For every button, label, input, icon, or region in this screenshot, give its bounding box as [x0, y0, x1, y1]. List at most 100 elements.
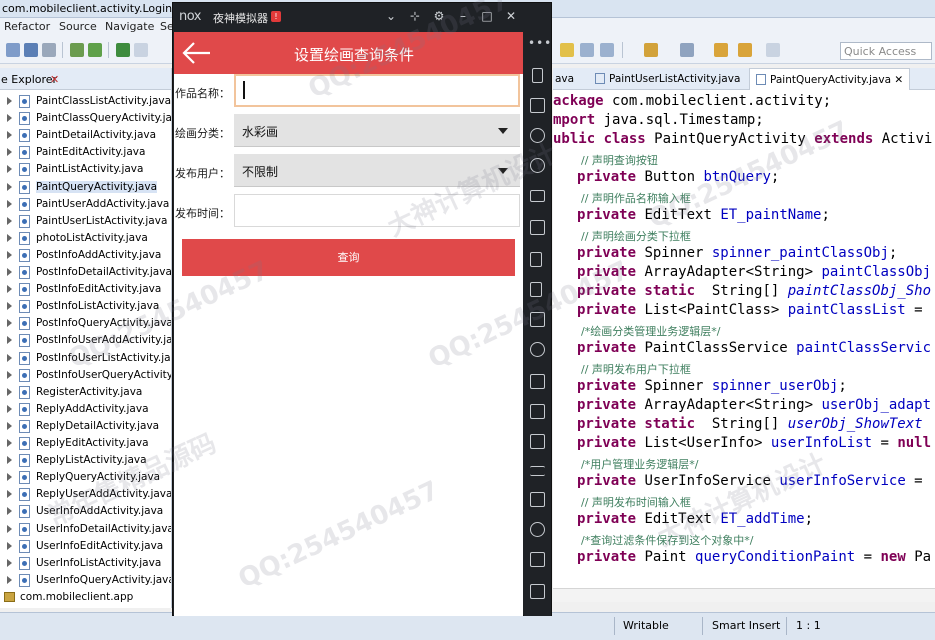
publish-time-input[interactable]	[234, 194, 520, 227]
minimize-icon[interactable]: –	[455, 8, 471, 24]
notification-badge[interactable]: !	[271, 11, 281, 22]
paragraph-icon[interactable]	[600, 43, 614, 57]
back-icon[interactable]	[714, 43, 728, 57]
close-icon[interactable]: ✕	[894, 74, 903, 86]
menu-icon[interactable]	[530, 466, 545, 476]
dropdown-icon[interactable]	[134, 43, 148, 57]
tree-file-item[interactable]: ReplyDetailActivity.java	[0, 418, 171, 435]
phone-icon[interactable]	[532, 68, 543, 83]
menu-source[interactable]: Source	[59, 20, 97, 33]
expand-arrow-icon[interactable]	[7, 421, 12, 430]
tree-file-item[interactable]: PostInfoUserAddActivity.java	[0, 332, 171, 349]
android-back-icon[interactable]	[530, 522, 545, 537]
expand-arrow-icon[interactable]	[7, 165, 12, 174]
pin-icon[interactable]: ⊹	[407, 8, 423, 24]
expand-arrow-icon[interactable]	[7, 541, 12, 550]
add-icon[interactable]	[530, 492, 545, 507]
expand-arrow-icon[interactable]	[7, 473, 12, 482]
screen-icon[interactable]	[530, 190, 545, 202]
volume-up-icon[interactable]	[530, 252, 542, 267]
loading-icon[interactable]	[530, 342, 545, 357]
tree-file-item[interactable]: PostInfoEditActivity.java	[0, 281, 171, 298]
expand-arrow-icon[interactable]	[7, 319, 12, 328]
expand-arrow-icon[interactable]	[7, 233, 12, 242]
format-icon[interactable]	[580, 43, 594, 57]
expand-arrow-icon[interactable]	[7, 387, 12, 396]
volume-down-icon[interactable]	[530, 282, 542, 297]
scissors-icon[interactable]	[530, 128, 545, 143]
debug-icon[interactable]	[70, 43, 84, 57]
expand-arrow-icon[interactable]	[7, 302, 12, 311]
maximize-icon[interactable]: □	[479, 8, 495, 24]
fullscreen-icon[interactable]	[530, 220, 545, 235]
expand-arrow-icon[interactable]	[7, 439, 12, 447]
paint-name-input[interactable]	[234, 74, 520, 107]
tree-file-item[interactable]: PaintClassListActivity.java	[0, 93, 171, 110]
editor-tab-active[interactable]: PaintQueryActivity.java ✕	[749, 68, 911, 90]
menu-navigate[interactable]: Navigate	[105, 20, 154, 33]
tree-file-item[interactable]: ReplyEditActivity.java	[0, 435, 171, 452]
expand-arrow-icon[interactable]	[7, 336, 12, 345]
tree-file-item[interactable]: PostInfoDetailActivity.java	[0, 264, 171, 281]
expand-arrow-icon[interactable]	[7, 285, 12, 294]
check-icon[interactable]	[116, 43, 130, 57]
tree-file-item[interactable]: PaintListActivity.java	[0, 161, 171, 178]
tree-file-item[interactable]: ReplyListActivity.java	[0, 452, 171, 469]
tree-file-item[interactable]: ReplyAddActivity.java	[0, 401, 171, 418]
tree-file-item[interactable]: ReplyUserAddActivity.java	[0, 486, 171, 503]
back-arrow-icon[interactable]	[180, 40, 212, 66]
tree-file-item[interactable]: ReplyQueryActivity.java	[0, 469, 171, 486]
expand-arrow-icon[interactable]	[7, 182, 12, 191]
expand-arrow-icon[interactable]	[7, 353, 12, 362]
expand-arrow-icon[interactable]	[7, 114, 12, 123]
expand-arrow-icon[interactable]	[7, 131, 12, 140]
run-icon[interactable]	[88, 43, 102, 57]
editor-horizontal-scrollbar[interactable]	[553, 588, 935, 602]
tree-file-item[interactable]: PaintEditActivity.java	[0, 144, 171, 161]
tree-file-item[interactable]: UserInfoListActivity.java	[0, 555, 171, 572]
expand-arrow-icon[interactable]	[7, 148, 12, 157]
expand-arrow-icon[interactable]	[7, 524, 12, 533]
apk-install-icon[interactable]	[530, 312, 545, 327]
code-editor[interactable]: ackage com.mobileclient.activity; mport …	[553, 90, 935, 588]
expand-arrow-icon[interactable]	[7, 250, 12, 259]
close-icon[interactable]: ✕	[503, 8, 519, 24]
location-icon[interactable]	[530, 158, 545, 173]
user-dropdown[interactable]: 不限制	[234, 154, 520, 187]
package-explorer-tab[interactable]: e Explorer ✕	[0, 68, 171, 90]
home-icon[interactable]	[530, 552, 545, 567]
record-icon[interactable]	[530, 434, 545, 449]
emulator-title-bar[interactable]: nox 夜神模拟器 ! ⌄ ⊹ ⚙ – □ ✕	[173, 3, 551, 31]
new-icon[interactable]	[6, 43, 20, 57]
editor-tab[interactable]: ava	[549, 68, 580, 90]
expand-arrow-icon[interactable]	[7, 558, 12, 567]
more-icon[interactable]: •••	[528, 36, 552, 50]
save-icon[interactable]	[24, 43, 38, 57]
highlight-icon[interactable]	[560, 43, 574, 57]
forward-icon[interactable]	[766, 43, 780, 57]
expand-arrow-icon[interactable]	[7, 456, 12, 465]
save-all-icon[interactable]	[42, 43, 56, 57]
quick-access-input[interactable]: Quick Access	[840, 42, 932, 60]
expand-arrow-icon[interactable]	[7, 216, 12, 225]
tree-file-item[interactable]: RegisterActivity.java	[0, 384, 171, 401]
tree-file-item[interactable]: PostInfoListActivity.java	[0, 298, 171, 315]
recent-apps-icon[interactable]	[530, 584, 545, 599]
tree-file-item[interactable]: PaintDetailActivity.java	[0, 127, 171, 144]
expand-arrow-icon[interactable]	[7, 490, 12, 499]
menu-refactor[interactable]: Refactor	[4, 20, 50, 33]
tree-file-item[interactable]: PaintUserListActivity.java	[0, 213, 171, 230]
tree-file-item[interactable]: PaintQueryActivity.java	[0, 179, 171, 196]
editor-tab[interactable]: PaintUserListActivity.java	[589, 68, 746, 90]
tree-file-item[interactable]: UserInfoEditActivity.java	[0, 538, 171, 555]
expand-arrow-icon[interactable]	[7, 404, 12, 413]
tree-file-item[interactable]: PostInfoAddActivity.java	[0, 247, 171, 264]
expand-arrow-icon[interactable]	[7, 507, 12, 516]
expand-arrow-icon[interactable]	[7, 97, 12, 105]
tree-file-item[interactable]: PostInfoUserListActivity.java	[0, 350, 171, 367]
category-dropdown[interactable]: 水彩画	[234, 114, 520, 147]
multi-instance-icon[interactable]	[530, 404, 545, 419]
tree-file-item[interactable]: PostInfoUserQueryActivity.ja	[0, 367, 171, 384]
back-arrow-icon[interactable]	[738, 43, 752, 57]
close-icon[interactable]: ✕	[50, 73, 59, 86]
